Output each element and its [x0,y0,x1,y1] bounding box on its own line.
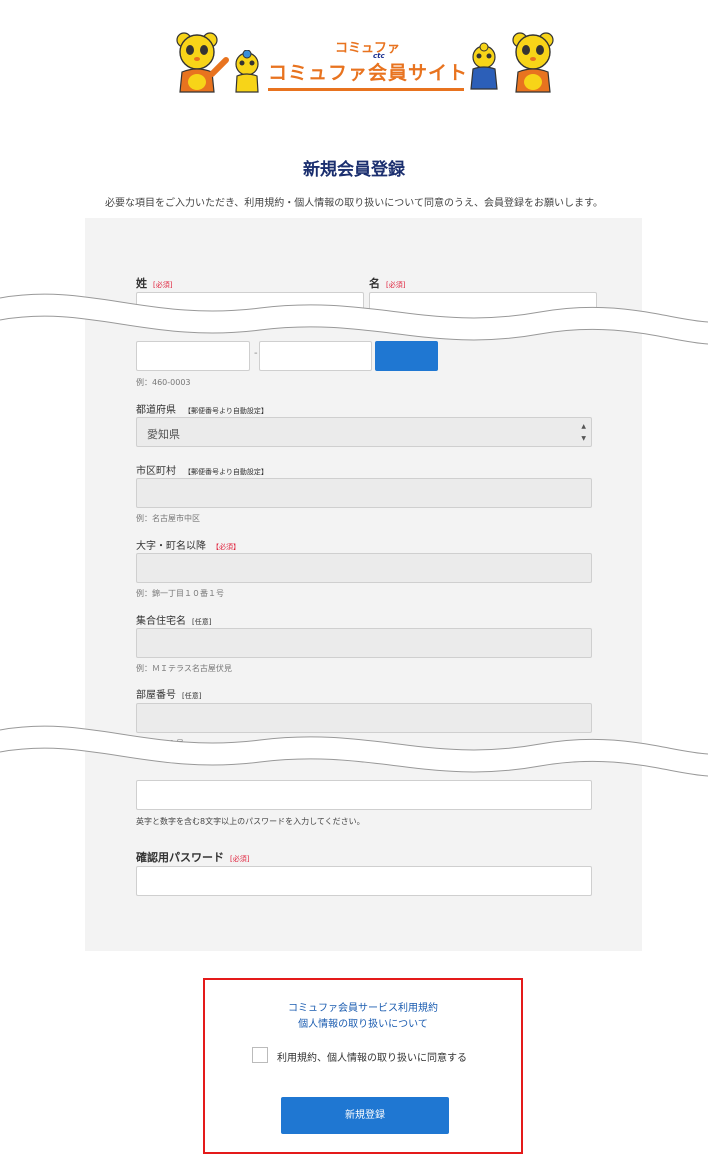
zip-dash: - [254,348,258,359]
room-label: 部屋番号 [任意] [136,690,202,701]
room-hint: 例：７０１号 [136,739,184,748]
mascot-bear-right-icon [512,32,554,93]
logo-small-text: コミュファ [335,41,401,56]
street-hint: 例：錦一丁目１０番１号 [136,589,224,598]
password-hint: 英字と数字を含む8文字以上のパスワードを入力してください。 [136,817,365,826]
required-tag: [必須] [153,281,173,289]
street-input[interactable] [136,553,592,583]
first-name-input[interactable] [369,292,597,322]
prefecture-select[interactable]: 愛知県 ▲ ▼ [136,417,592,447]
optional-tag: [任意] [192,618,212,626]
optional-tag: [任意] [182,692,202,700]
prefecture-label: 都道府県 【郵便番号より自動設定】 [136,405,268,416]
building-hint: 例：ＭＩテラス名古屋伏見 [136,664,232,673]
auto-set-tag: 【郵便番号より自動設定】 [184,468,268,476]
confirm-password-label: 確認用パスワード [必須] [136,851,250,864]
building-input[interactable] [136,628,592,658]
zip-code-second-input[interactable] [259,341,372,371]
mascot-small-right-icon [470,42,498,90]
zip-code-first-input[interactable] [136,341,250,371]
agreement-section: コミュファ会員サービス利用規約 個人情報の取り扱いについて 利用規約、個人情報の… [203,978,523,1154]
logo-underline [268,88,464,91]
register-submit-button[interactable]: 新規登録 [281,1097,449,1134]
site-header: コミュファ ctc コミュファ会員サイト [0,0,708,110]
auto-set-tag: 【郵便番号より自動設定】 [184,407,268,415]
mascot-small-left-icon [235,50,259,93]
site-logo[interactable]: コミュファ会員サイト [268,58,468,90]
room-input[interactable] [136,703,592,733]
confirm-password-input[interactable] [136,866,592,896]
prefecture-value: 愛知県 [147,428,180,441]
agree-checkbox[interactable] [252,1047,268,1063]
select-arrows-icon: ▲ ▼ [581,423,586,442]
required-tag: [必須] [386,281,406,289]
address-search-button[interactable] [375,341,438,371]
building-label: 集合住宅名 [任意] [136,616,212,627]
street-label: 大字・町名以降 【必須】 [136,541,240,552]
first-name-label: 名 [必須] [369,277,406,290]
required-tag: 【必須】 [212,543,240,551]
privacy-link[interactable]: 個人情報の取り扱いについて [205,1015,521,1030]
zip-hint: 例：460-0003 [136,378,191,387]
required-tag: [必須] [230,855,250,863]
page-description: 必要な項目をご入力いただき、利用規約・個人情報の取り扱いについて同意のうえ、会員… [105,198,603,209]
agree-checkbox-label[interactable]: 利用規約、個人情報の取り扱いに同意する [277,1049,467,1064]
city-input[interactable] [136,478,592,508]
mascot-bear-left-icon [176,32,229,93]
page-title: 新規会員登録 [303,160,405,180]
registration-form [85,218,642,951]
password-input[interactable] [136,780,592,810]
last-name-input[interactable] [136,292,364,322]
last-name-label: 姓 [必須] [136,277,173,290]
city-label: 市区町村 【郵便番号より自動設定】 [136,466,268,477]
city-hint: 例：名古屋市中区 [136,514,200,523]
terms-link[interactable]: コミュファ会員サービス利用規約 [205,999,521,1014]
